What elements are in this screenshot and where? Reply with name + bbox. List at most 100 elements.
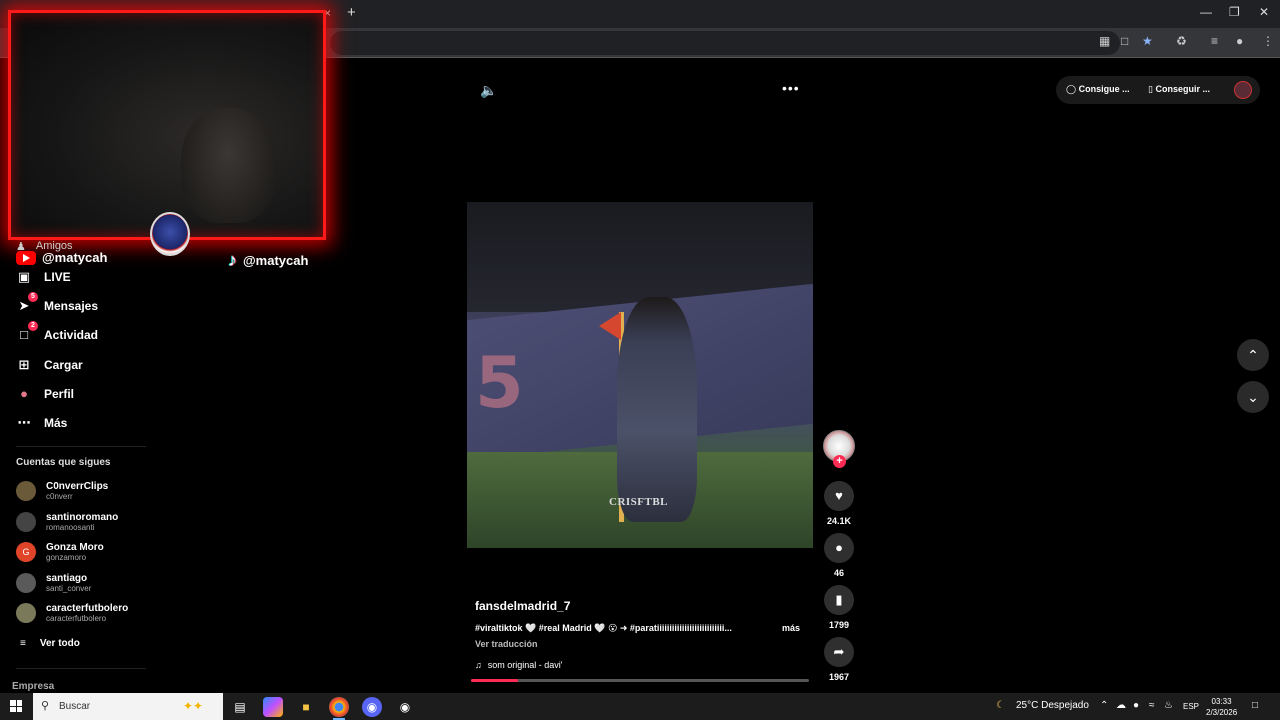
volume-icon[interactable]: 🔈 [480, 82, 497, 99]
sparkle-icon: ✦✦ [183, 699, 204, 713]
weather-text[interactable]: 25°C Despejado [1016, 700, 1089, 711]
window-close-icon[interactable]: ✕ [1259, 5, 1269, 19]
previous-video-button[interactable]: ⌃ [1237, 339, 1269, 371]
chevron-up-icon: ⌃ [1247, 347, 1259, 363]
translate-button[interactable]: Ver traducción [475, 639, 538, 649]
video-watermark: CRISFTBL [609, 496, 669, 508]
media-icon[interactable]: ≡ [1211, 34, 1218, 48]
app-icon: ◯ [1066, 84, 1079, 94]
music-note-icon: ♫ [475, 660, 482, 670]
file-explorer-icon[interactable]: ■ [296, 697, 316, 717]
webcam-corner [263, 10, 323, 13]
streamer-logo [150, 212, 190, 256]
activity-icon: □ 2 [16, 321, 38, 342]
sidebar-item-actividad[interactable]: □ 2 Actividad [16, 321, 98, 342]
sidebar-item-mensajes[interactable]: ➤ 5 Mensajes [16, 292, 98, 314]
avatar [16, 603, 36, 623]
save-count: 1799 [828, 620, 850, 630]
corner-flag [599, 312, 621, 340]
start-button[interactable] [10, 700, 22, 712]
following-account[interactable]: G Gonza Moro gonzamoro [16, 542, 104, 562]
obs-icon[interactable]: ◉ [395, 697, 415, 717]
avatar [16, 512, 36, 532]
share-button[interactable]: ➦ [824, 637, 854, 667]
cloud-icon[interactable]: ☁ [1116, 700, 1126, 711]
top-right-actions: ◯ Consigue ... ▯ Conseguir ... [1056, 76, 1260, 104]
extensions-icon[interactable]: ♻ [1176, 34, 1187, 48]
webcam-person [181, 108, 276, 223]
avatar [16, 573, 36, 593]
sidebar-item-live[interactable]: ▣ LIVE [16, 269, 71, 285]
list-icon: ≡ [20, 638, 26, 649]
taskbar-search[interactable]: ⚲ Buscar ✦✦ [33, 693, 223, 720]
webcam-overlay [8, 10, 326, 240]
taskbar-clock[interactable]: 03:33 2/3/2026 [1206, 696, 1237, 718]
like-count: 24.1K [826, 516, 852, 526]
browser-menu-icon[interactable]: ⋮ [1262, 34, 1274, 48]
sidebar-item-mas[interactable]: ⋯ Más [16, 415, 68, 431]
copilot-icon[interactable] [263, 697, 283, 717]
heart-icon: ♥ [835, 488, 843, 503]
following-title: Cuentas que sigues [16, 457, 111, 468]
share-icon: ➦ [833, 644, 845, 659]
tiktok-handle: ♪ @matycah [228, 250, 309, 270]
following-account[interactable]: santinoromano romanoosanti [16, 512, 118, 532]
bookmark-star-icon[interactable]: ★ [1142, 34, 1153, 48]
see-all-button[interactable]: ≡ Ver todo [20, 638, 80, 649]
avatar: G [16, 542, 36, 562]
sound-link[interactable]: ♫ som original - davi' [475, 660, 563, 670]
comment-button[interactable]: ● [824, 533, 854, 563]
next-video-button[interactable]: ⌄ [1237, 381, 1269, 413]
wifi-icon[interactable]: ≈ [1149, 700, 1155, 711]
caption-more-button[interactable]: más [782, 623, 800, 633]
minimize-icon[interactable]: — [1200, 5, 1212, 19]
video-progress-fill [471, 679, 519, 682]
more-options-icon[interactable]: ••• [782, 80, 800, 96]
video-author[interactable]: fansdelmadrid_7 [475, 599, 570, 613]
upload-icon: ⊞ [18, 357, 30, 372]
speaker-icon[interactable]: ♨ [1164, 700, 1173, 711]
sidebar-item-perfil[interactable]: ● Perfil [16, 386, 74, 401]
video-progress-bar[interactable] [471, 679, 809, 682]
address-bar[interactable] [330, 31, 1120, 55]
user-avatar[interactable] [1234, 81, 1252, 99]
bookmark-icon: ▮ [835, 592, 843, 607]
get-app-button[interactable]: ◯ Consigue ... [1066, 84, 1130, 95]
like-button[interactable]: ♥ [824, 481, 854, 511]
discord-icon[interactable]: ◉ [362, 697, 382, 717]
weather-icon: ☾ [996, 700, 1005, 711]
video-board-number: 5 [475, 342, 524, 424]
install-icon[interactable]: □ [1121, 34, 1128, 48]
following-account[interactable]: C0nverrClips c0nverr [16, 481, 108, 501]
avatar [16, 481, 36, 501]
youtube-handle: @matycah [16, 250, 107, 265]
chrome-icon[interactable] [329, 697, 349, 720]
live-icon: ▣ [17, 269, 31, 284]
get-coins-button[interactable]: ▯ Conseguir ... [1148, 84, 1210, 95]
chevron-down-icon: ⌄ [1247, 389, 1259, 405]
follow-plus-icon[interactable]: + [833, 455, 846, 468]
notifications-icon[interactable]: □ [1252, 700, 1258, 711]
save-button[interactable]: ▮ [824, 585, 854, 615]
task-view-icon[interactable]: ▤ [230, 697, 250, 717]
profile-avatar-icon[interactable]: ● [1236, 34, 1243, 48]
video-player-figure [617, 297, 697, 522]
sidebar-item-cargar[interactable]: ⊞ Cargar [16, 357, 83, 373]
tray-chevron-icon[interactable]: ⌃ [1100, 700, 1108, 711]
new-tab-icon[interactable]: + [347, 4, 356, 21]
webcam-corner [71, 10, 131, 13]
webcam-corner [71, 237, 131, 240]
notification-badge: 5 [28, 292, 38, 302]
following-account[interactable]: caracterfutbolero caracterfutbolero [16, 603, 128, 623]
microphone-icon[interactable]: ● [1133, 700, 1139, 711]
restore-icon[interactable]: ❐ [1229, 5, 1240, 19]
language-indicator[interactable]: ESP [1183, 702, 1199, 711]
video-player[interactable]: 5 CRISFTBL [467, 202, 813, 548]
messages-icon: ➤ 5 [16, 292, 38, 314]
translate-icon[interactable]: ▦ [1099, 34, 1110, 48]
share-count: 1967 [828, 672, 850, 682]
video-caption: #viraltiktok 🤍 #real Madrid 🤍 😮 ➜ #parat… [475, 623, 732, 633]
tiktok-icon: ♪ [228, 250, 237, 270]
following-account[interactable]: santiago santi_conver [16, 573, 91, 593]
company-link[interactable]: Empresa [12, 681, 54, 692]
